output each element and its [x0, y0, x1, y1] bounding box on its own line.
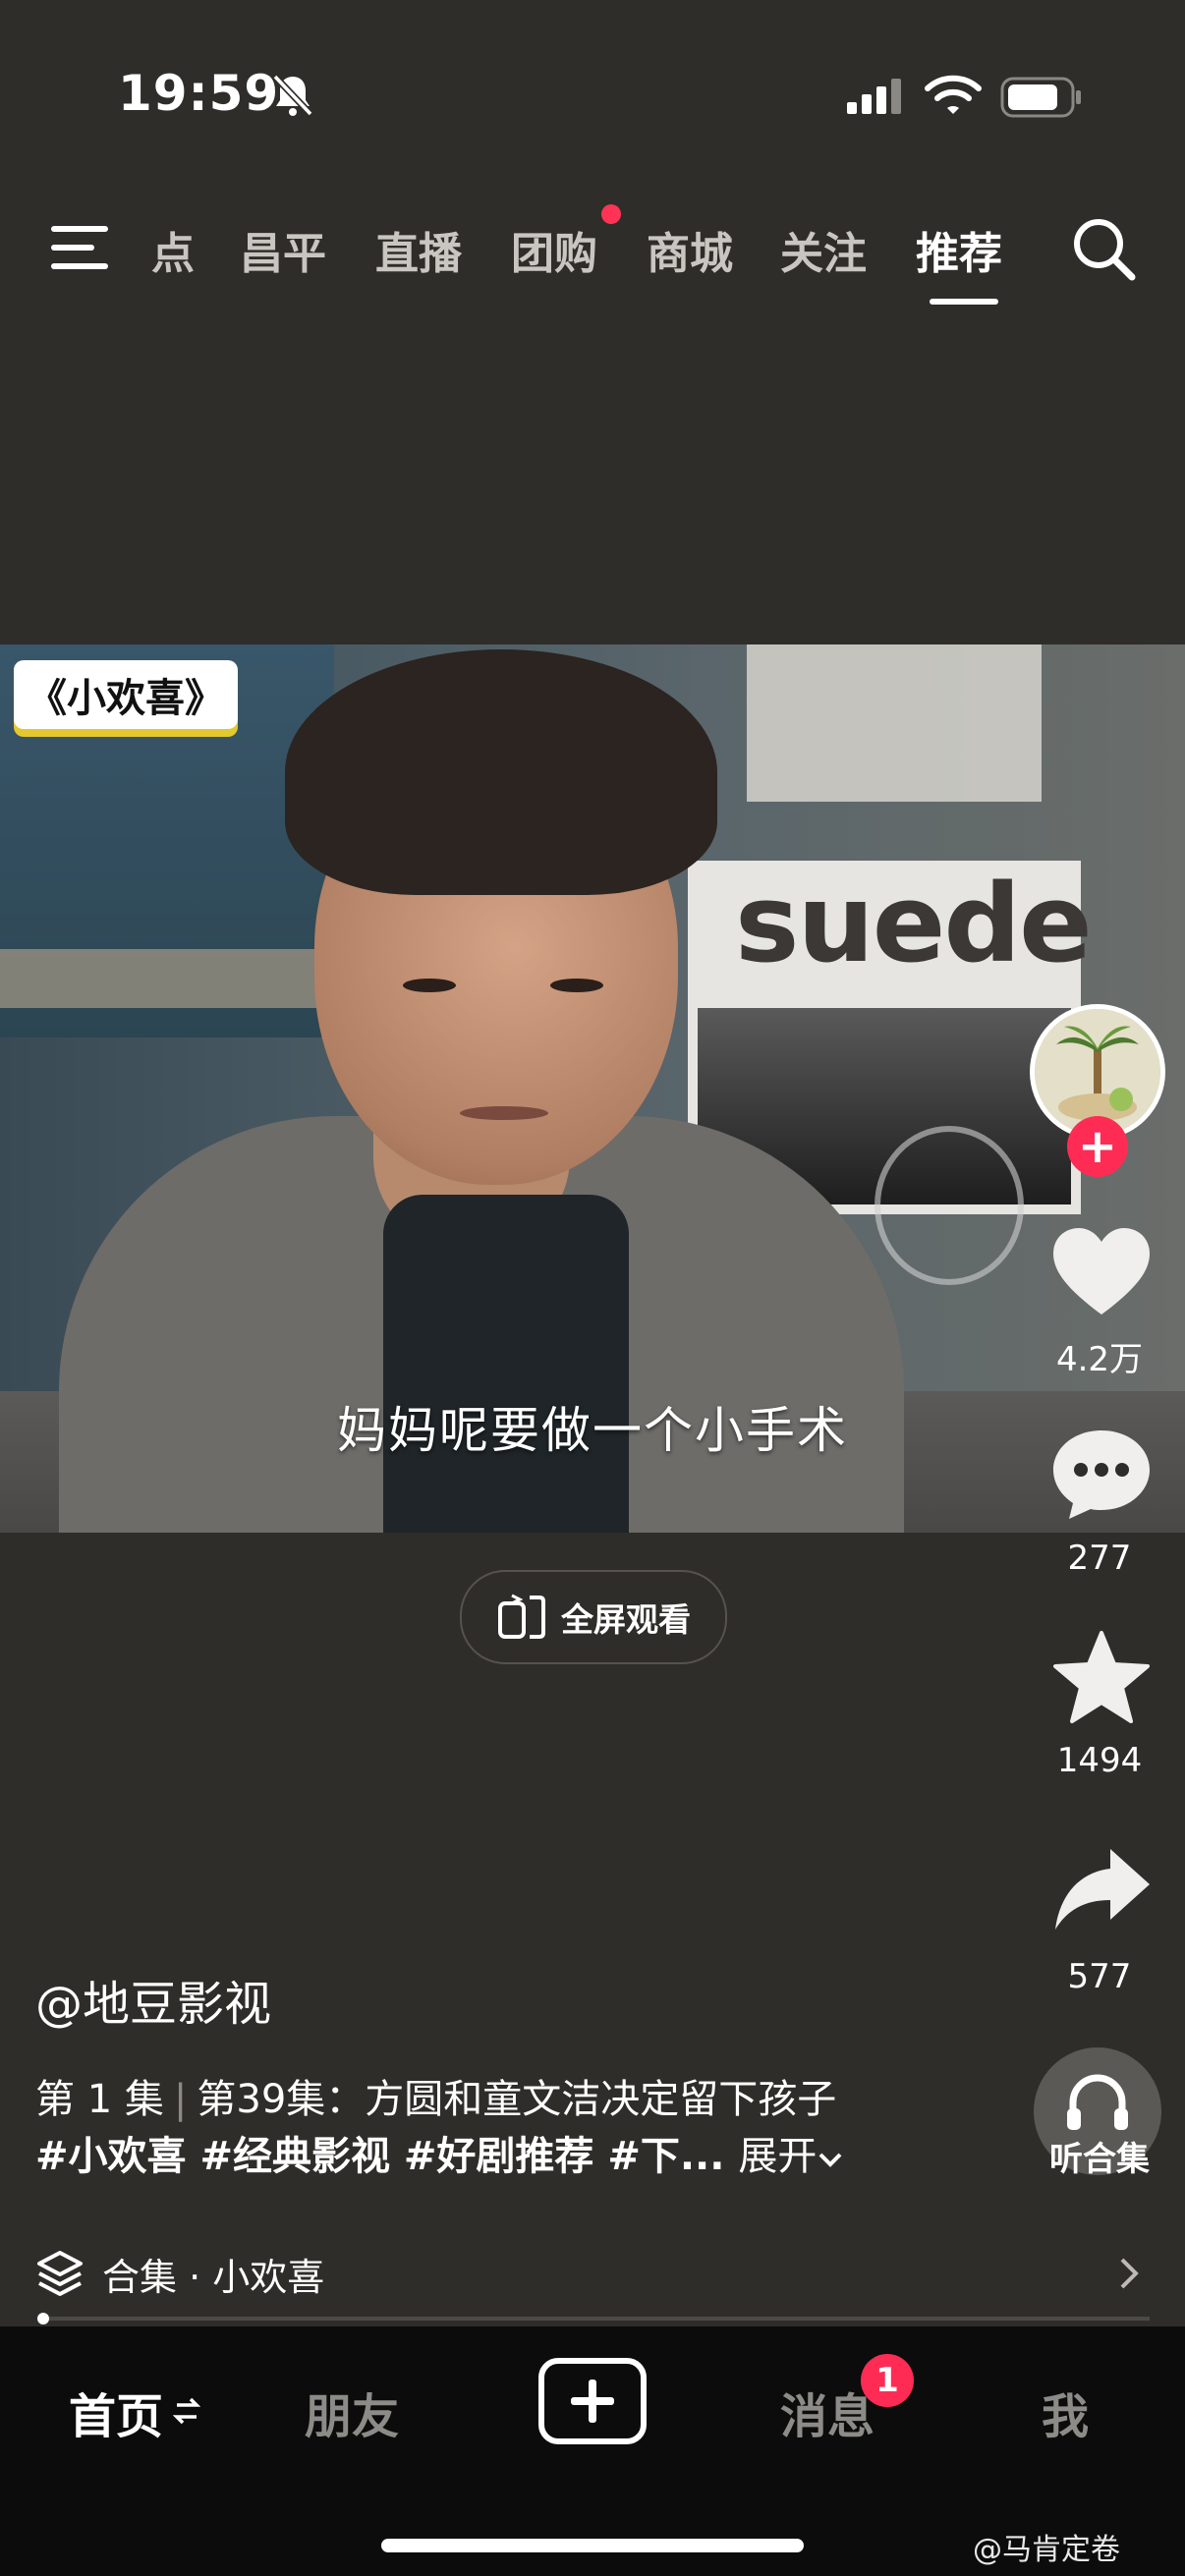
- episode-description: 第 1 集 | 第39集：方圆和童文洁决定留下孩子: [35, 2067, 836, 2124]
- messages-badge: 1: [861, 2354, 914, 2407]
- comment-icon[interactable]: [1047, 1425, 1156, 1523]
- menu-icon[interactable]: [51, 224, 114, 271]
- bell-muted-icon: [272, 74, 313, 117]
- expand-button[interactable]: 展开: [738, 2134, 844, 2179]
- battery-icon: [1000, 77, 1081, 118]
- weibo-watermark: @马肯定卷: [973, 2533, 1120, 2567]
- tab-following[interactable]: 关注: [780, 218, 867, 281]
- create-button[interactable]: [538, 2358, 647, 2444]
- tab-live[interactable]: 直播: [375, 218, 462, 281]
- rotate-screen-icon: [498, 1594, 545, 1639]
- hashtags[interactable]: #小欢喜 #经典影视 #好剧推荐 #下...: [35, 2134, 724, 2179]
- nav-me[interactable]: 我: [1042, 2378, 1089, 2446]
- hashtag-line: #小欢喜 #经典影视 #好剧推荐 #下... 展开: [35, 2124, 844, 2181]
- episode-number: 第 1 集: [35, 2077, 164, 2122]
- heart-icon[interactable]: [1047, 1224, 1156, 1322]
- notification-dot: [601, 204, 621, 224]
- fullscreen-button[interactable]: 全屏观看: [460, 1570, 727, 1664]
- cellular-signal-icon: [847, 79, 901, 114]
- author-name[interactable]: @地豆影视: [35, 1965, 271, 2034]
- favorite-count: 1494: [1056, 1741, 1143, 1780]
- share-count: 577: [1067, 1957, 1132, 1996]
- nav-messages[interactable]: 消息: [780, 2378, 875, 2446]
- collection-bar[interactable]: 合集 · 小欢喜: [35, 2244, 1156, 2303]
- person-mouth: [460, 1106, 548, 1120]
- video-progress-track[interactable]: [39, 2317, 1150, 2321]
- person-shirt: [383, 1195, 629, 1533]
- person-eye-left: [403, 979, 456, 992]
- nav-friends[interactable]: 朋友: [305, 2378, 399, 2446]
- poster-text: suede: [735, 861, 1093, 986]
- chevron-right-icon[interactable]: [1110, 2254, 1150, 2293]
- separator: |: [173, 2077, 188, 2122]
- collection-label: 合集 · 小欢喜: [102, 2255, 325, 2299]
- share-icon[interactable]: [1047, 1843, 1156, 1941]
- tab-recommend[interactable]: 推荐: [916, 218, 1002, 281]
- swap-arrows-icon[interactable]: [173, 2393, 200, 2429]
- video-player[interactable]: suede 《小欢喜》 妈妈呢要做一个小手术: [0, 644, 1185, 1533]
- like-count: 4.2万: [1055, 1340, 1144, 1379]
- show-title-logo: 《小欢喜》: [14, 660, 238, 729]
- follow-plus-button[interactable]: +: [1067, 1116, 1128, 1177]
- expand-label: 展开: [738, 2134, 818, 2179]
- comment-count: 277: [1067, 1539, 1132, 1578]
- person-hair: [285, 649, 717, 895]
- fullscreen-label: 全屏观看: [561, 1600, 691, 1639]
- layers-icon: [37, 2251, 83, 2296]
- home-indicator[interactable]: [381, 2539, 804, 2552]
- video-background-poster: [747, 644, 1042, 802]
- plus-icon: [571, 2380, 614, 2423]
- chevron-down-icon: [818, 2153, 842, 2167]
- tab-mall[interactable]: 商城: [647, 218, 733, 281]
- video-fan: [875, 1126, 1024, 1285]
- tab-changping[interactable]: 昌平: [240, 218, 326, 281]
- search-icon[interactable]: [1071, 216, 1138, 283]
- star-icon[interactable]: [1047, 1629, 1156, 1727]
- episode-title: 第39集：方圆和童文洁决定留下孩子: [197, 2077, 837, 2122]
- listen-collection-label: 听合集: [1049, 2140, 1150, 2179]
- tab-dian[interactable]: 点: [151, 218, 195, 281]
- video-progress-handle[interactable]: [37, 2313, 49, 2324]
- wifi-icon: [925, 75, 982, 114]
- person-eye-right: [550, 979, 603, 992]
- status-time: 19:59: [118, 65, 280, 122]
- video-subtitle: 妈妈呢要做一个小手术: [337, 1402, 848, 1459]
- nav-home[interactable]: 首页: [69, 2378, 163, 2446]
- tab-group-buy[interactable]: 团购: [511, 218, 597, 281]
- active-tab-indicator: [930, 299, 998, 305]
